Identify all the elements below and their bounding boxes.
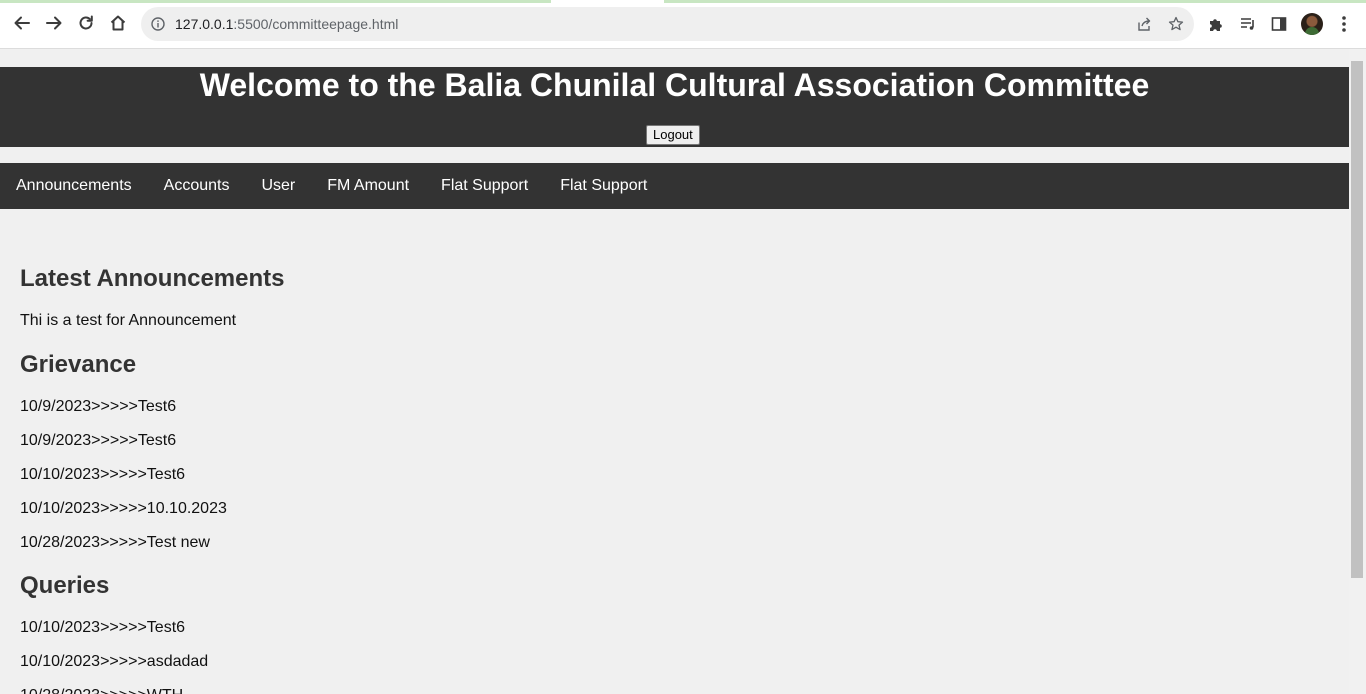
back-arrow-icon[interactable]	[10, 11, 34, 35]
query-item: 10/10/2023>>>>>asdadad	[20, 653, 209, 670]
page-viewport: Welcome to the Balia Chunilal Cultural A…	[0, 49, 1366, 694]
scrollbar-thumb[interactable]	[1351, 61, 1363, 578]
url-host: 127.0.0.1	[175, 16, 234, 32]
reload-icon[interactable]	[74, 11, 98, 35]
logout-button[interactable]: Logout	[646, 125, 700, 145]
avatar[interactable]	[1301, 13, 1323, 35]
puzzle-icon[interactable]	[1205, 13, 1227, 35]
announcement-item: Thi is a test for Announcement	[20, 312, 237, 329]
main-nav: Announcements Accounts User FM Amount Fl…	[0, 163, 1349, 209]
site-header: Welcome to the Balia Chunilal Cultural A…	[0, 67, 1349, 147]
info-icon[interactable]	[150, 16, 166, 32]
browser-toolbar: 127.0.0.1:5500/committeepage.html	[0, 0, 1366, 49]
share-icon[interactable]	[1135, 15, 1153, 33]
media-queue-icon[interactable]	[1237, 13, 1259, 35]
grievance-item: 10/10/2023>>>>>10.10.2023	[20, 500, 227, 517]
forward-arrow-icon[interactable]	[42, 11, 66, 35]
nav-item-flat-support-2[interactable]: Flat Support	[544, 163, 663, 209]
nav-item-flat-support[interactable]: Flat Support	[425, 163, 544, 209]
tab-strip	[0, 0, 1366, 3]
nav-item-announcements[interactable]: Announcements	[0, 163, 148, 209]
url-path: :5500/committeepage.html	[233, 16, 399, 32]
home-icon[interactable]	[106, 11, 130, 35]
kebab-menu-icon[interactable]	[1333, 13, 1355, 35]
url-text: 127.0.0.1:5500/committeepage.html	[175, 7, 398, 41]
grievance-item: 10/28/2023>>>>>Test new	[20, 534, 210, 551]
grievance-item: 10/9/2023>>>>>Test6	[20, 398, 177, 415]
star-icon[interactable]	[1167, 15, 1185, 33]
grievance-item: 10/10/2023>>>>>Test6	[20, 466, 186, 483]
vertical-scrollbar[interactable]	[1349, 49, 1366, 694]
nav-item-fm-amount[interactable]: FM Amount	[311, 163, 425, 209]
address-bar[interactable]: 127.0.0.1:5500/committeepage.html	[141, 7, 1194, 41]
query-item: 10/28/2023>>>>>WTH	[20, 686, 183, 694]
queries-heading: Queries	[20, 572, 110, 599]
active-tab-edge	[551, 0, 664, 4]
nav-item-user[interactable]: User	[245, 163, 311, 209]
query-item: 10/10/2023>>>>>Test6	[20, 619, 186, 636]
grievance-heading: Grievance	[20, 351, 137, 378]
nav-item-accounts[interactable]: Accounts	[148, 163, 246, 209]
grievance-item: 10/9/2023>>>>>Test6	[20, 432, 177, 449]
side-panel-icon[interactable]	[1268, 13, 1290, 35]
announcements-heading: Latest Announcements	[20, 265, 285, 292]
page-title: Welcome to the Balia Chunilal Cultural A…	[199, 67, 1150, 103]
